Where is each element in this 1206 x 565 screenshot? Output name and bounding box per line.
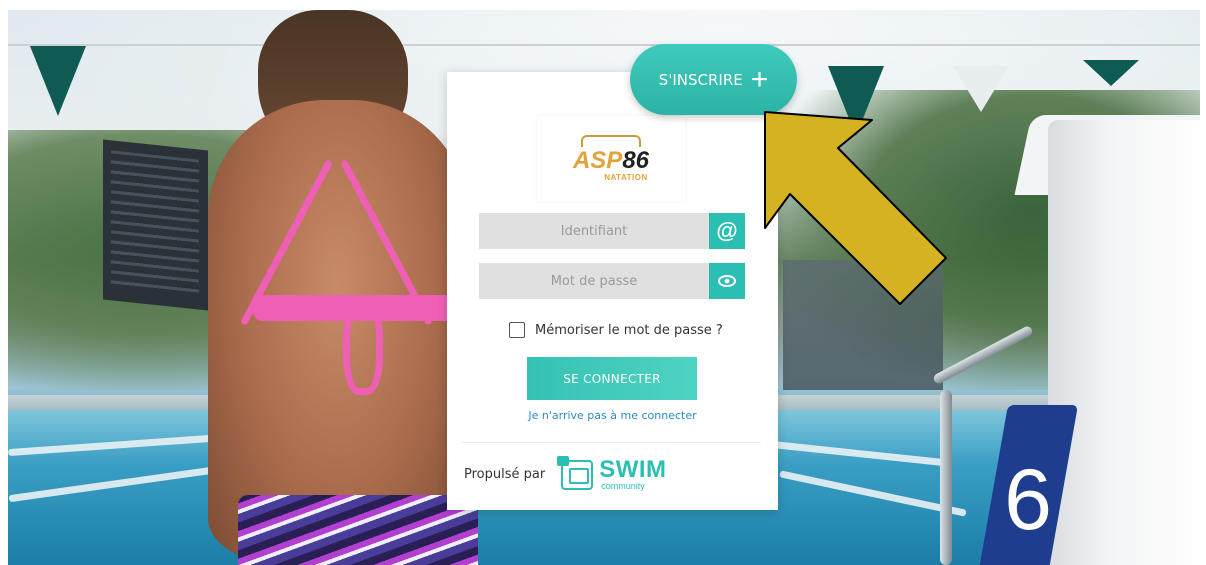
logo-wordmark: ASP86 (572, 147, 650, 174)
logo-skyline-icon (581, 135, 641, 147)
username-input[interactable] (479, 213, 709, 249)
password-input[interactable] (479, 263, 709, 299)
lane-number: 6 (1004, 452, 1052, 548)
remember-checkbox[interactable] (509, 322, 525, 338)
starting-block (1048, 120, 1200, 565)
remember-label: Mémoriser le mot de passe ? (535, 322, 723, 338)
starting-block-rail (940, 390, 952, 565)
swimsuit-bottoms (238, 495, 478, 565)
forgot-login-link[interactable]: Je n'arrive pas à me connecter (447, 409, 778, 422)
bunting-flag (30, 46, 86, 116)
swim-community-logo[interactable]: SWIM community (557, 455, 667, 491)
password-field (479, 263, 745, 299)
swimsuit-bow (343, 300, 383, 395)
eye-icon-svg (718, 275, 736, 287)
remember-password: Mémoriser le mot de passe ? (509, 322, 723, 338)
powered-by-label: Propulsé par (464, 467, 546, 482)
plus-icon: + (750, 62, 769, 96)
signup-button[interactable]: S'INSCRIRE + (630, 44, 797, 115)
bunting-flag (1083, 60, 1139, 86)
login-card: ASP86 NATATION @ Mémoriser le mot de pas… (447, 72, 778, 510)
powered-by: Propulsé par SWIM community (464, 455, 667, 491)
swim-subtitle: community (601, 481, 645, 491)
club-logo: ASP86 NATATION (537, 116, 685, 201)
eye-icon[interactable] (709, 263, 745, 299)
bunting-flag (953, 66, 1009, 112)
lane-rope (779, 470, 967, 517)
username-field: @ (479, 213, 745, 249)
building (783, 260, 943, 390)
swim-wordmark: SWIM (599, 456, 667, 483)
login-button[interactable]: SE CONNECTER (527, 357, 697, 400)
swim-community-icon (557, 455, 594, 490)
lane-rope (768, 440, 948, 467)
logo-subtitle: NATATION (604, 173, 648, 182)
at-sign-icon: @ (709, 213, 745, 249)
bunting-flag (828, 66, 884, 136)
swimmer-figure (128, 10, 488, 565)
signup-label: S'INSCRIRE (658, 70, 743, 89)
divider (461, 442, 761, 443)
